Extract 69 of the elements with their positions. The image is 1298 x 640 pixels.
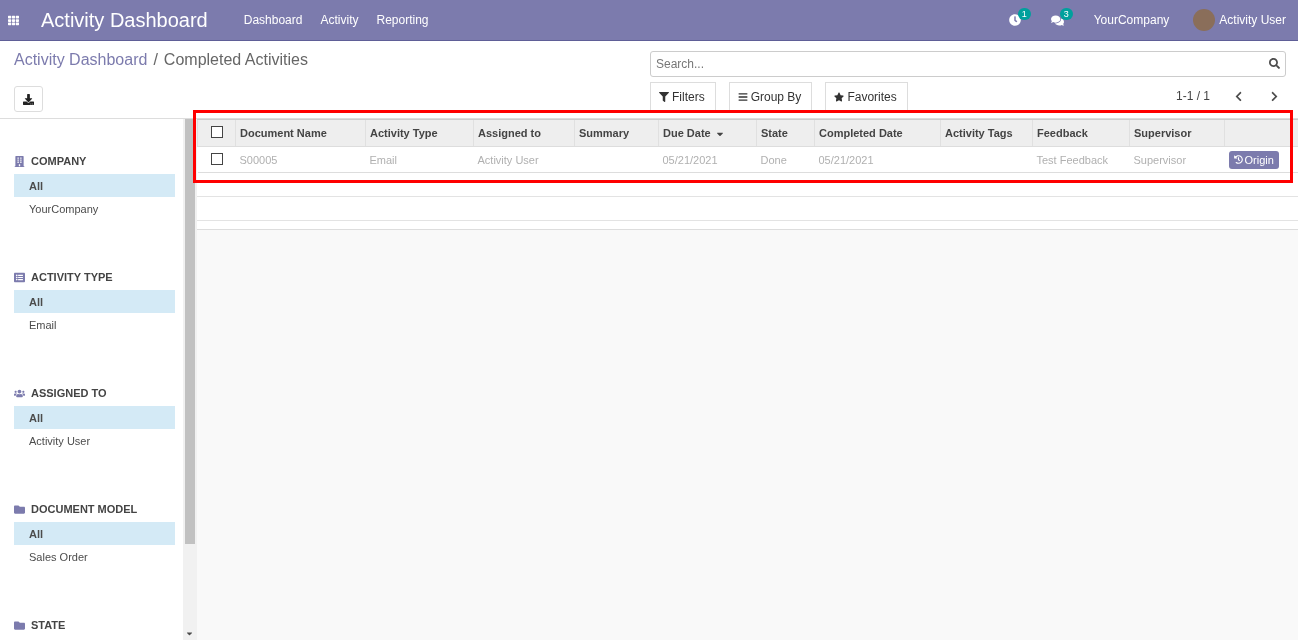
search-option-button[interactable]: Filters bbox=[650, 82, 716, 110]
pager-value: 1-1 / 1 bbox=[1175, 89, 1210, 103]
section-icon bbox=[14, 619, 25, 631]
filter-item[interactable]: All bbox=[14, 406, 175, 429]
table-cell: Email bbox=[369, 153, 397, 166]
filter-icon bbox=[659, 91, 669, 102]
filter-item[interactable]: All bbox=[14, 174, 175, 197]
next-page-icon[interactable] bbox=[1269, 90, 1280, 102]
section-icon bbox=[14, 387, 25, 399]
table-cell: Activity User bbox=[477, 153, 539, 166]
app-title: Activity Dashboard bbox=[41, 8, 208, 32]
section-title: ACTIVITY TYPE bbox=[31, 271, 113, 283]
chat-icon[interactable] bbox=[1050, 13, 1064, 27]
download-icon bbox=[23, 93, 34, 105]
breadcrumb-current: Completed Activities bbox=[163, 51, 308, 69]
column-header[interactable]: State bbox=[756, 119, 815, 147]
message-count-badge: 3 bbox=[1059, 7, 1073, 20]
column-header[interactable]: Summary bbox=[574, 119, 659, 147]
scroll-down-icon[interactable] bbox=[185, 629, 194, 638]
scrollbar-thumb[interactable] bbox=[185, 119, 195, 544]
download-button[interactable] bbox=[14, 86, 43, 112]
section-title: DOCUMENT MODEL bbox=[31, 503, 138, 515]
origin-button[interactable]: Origin bbox=[1228, 150, 1279, 169]
menu-icon bbox=[737, 91, 748, 102]
select-all-checkbox[interactable] bbox=[210, 126, 223, 138]
section-icon bbox=[14, 503, 25, 515]
table-cell: 05/21/2021 bbox=[818, 153, 874, 166]
section-icon bbox=[14, 271, 25, 283]
table-cell: Done bbox=[760, 153, 787, 166]
activity-count-badge: 1 bbox=[1017, 8, 1031, 20]
nav-menu-item[interactable]: Reporting bbox=[376, 13, 429, 27]
section-icon bbox=[14, 155, 25, 167]
search-field[interactable]: Search... bbox=[650, 51, 1286, 77]
column-header[interactable]: Due Date bbox=[658, 119, 757, 147]
star-icon bbox=[834, 91, 845, 102]
table-cell: Supervisor bbox=[1133, 153, 1187, 166]
filter-item[interactable]: Activity User bbox=[14, 429, 175, 452]
apps-menu-icon[interactable] bbox=[8, 14, 19, 26]
breadcrumb-separator: / bbox=[153, 51, 158, 69]
column-header[interactable]: Completed Date bbox=[814, 119, 941, 147]
column-header[interactable]: Document Name bbox=[235, 119, 366, 147]
filter-item[interactable]: All bbox=[14, 522, 175, 545]
breadcrumb-link[interactable]: Activity Dashboard bbox=[14, 51, 148, 69]
table-cell: S00005 bbox=[239, 153, 278, 166]
section-title: COMPANY bbox=[31, 155, 87, 167]
column-header[interactable]: Supervisor bbox=[1129, 119, 1225, 147]
table-cell: Test Feedback bbox=[1036, 153, 1109, 166]
nav-menu-item[interactable]: Activity bbox=[320, 13, 359, 27]
filter-item[interactable]: YourCompany bbox=[14, 197, 175, 220]
filter-item[interactable]: Email bbox=[14, 313, 175, 336]
history-icon bbox=[1233, 155, 1243, 164]
column-header[interactable]: Activity Type bbox=[365, 119, 474, 147]
section-title: STATE bbox=[31, 619, 66, 631]
nav-menu-item[interactable]: Dashboard bbox=[243, 13, 303, 27]
company-switcher[interactable]: YourCompany bbox=[1093, 13, 1170, 27]
search-option-button[interactable]: Favorites bbox=[825, 82, 908, 110]
filter-item[interactable]: Sales Order bbox=[14, 545, 175, 568]
filter-item[interactable]: All bbox=[14, 290, 175, 313]
search-icon[interactable] bbox=[1269, 58, 1280, 69]
search-option-button[interactable]: Group By bbox=[728, 82, 813, 110]
table-cell: 05/21/2021 bbox=[662, 153, 718, 166]
column-header[interactable]: Feedback bbox=[1032, 119, 1130, 147]
section-title: ASSIGNED TO bbox=[31, 387, 107, 399]
previous-page-icon[interactable] bbox=[1233, 90, 1244, 102]
column-header[interactable]: Assigned to bbox=[473, 119, 575, 147]
clock-icon[interactable] bbox=[1008, 14, 1021, 26]
column-header[interactable]: Activity Tags bbox=[940, 119, 1033, 147]
user-menu[interactable]: Activity User bbox=[1219, 13, 1286, 27]
row-checkbox[interactable] bbox=[210, 152, 223, 165]
